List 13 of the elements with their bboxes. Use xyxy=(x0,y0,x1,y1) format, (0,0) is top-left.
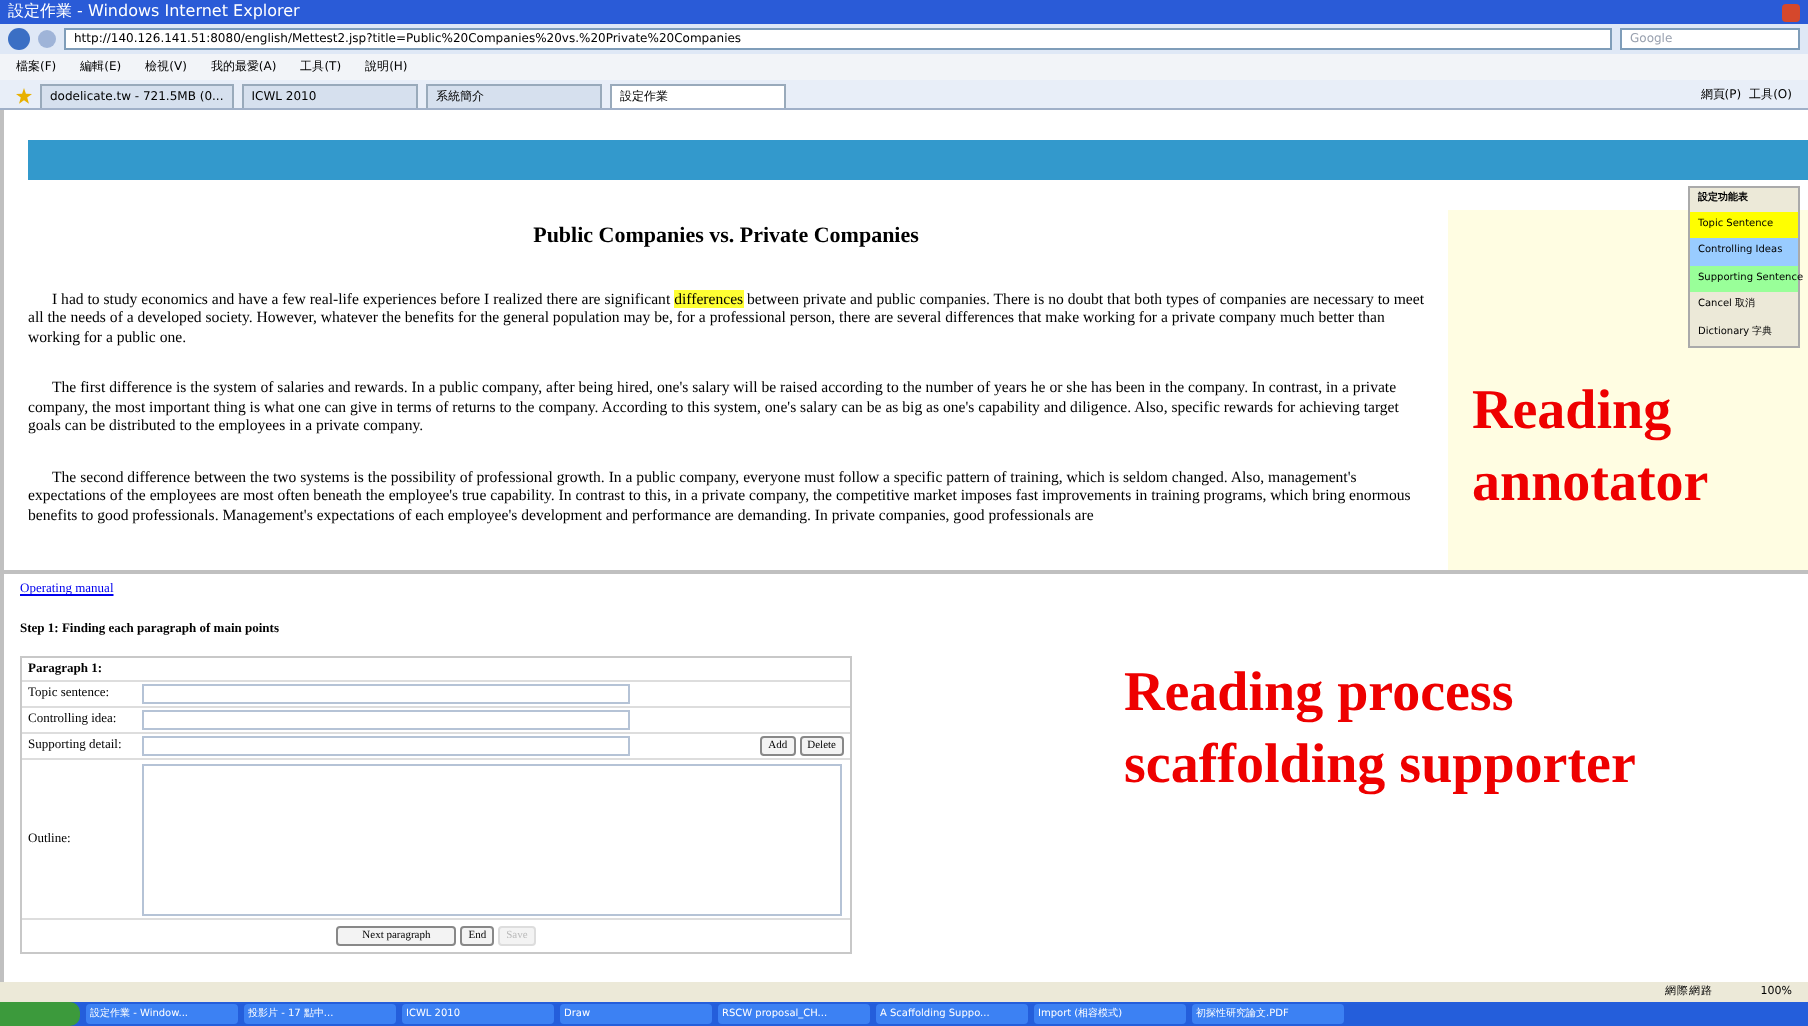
input-field[interactable] xyxy=(142,710,630,731)
start-button[interactable] xyxy=(0,1002,80,1026)
input-field[interactable] xyxy=(142,684,630,705)
outline-textarea[interactable] xyxy=(142,763,842,916)
annotation-label: Reading annotator xyxy=(1472,378,1711,518)
annotation-label: Reading process scaffolding supporter xyxy=(1124,660,1638,800)
favorites-star-icon[interactable] xyxy=(16,88,32,104)
back-icon[interactable] xyxy=(8,28,30,50)
forward-icon[interactable] xyxy=(38,30,56,48)
input-field[interactable] xyxy=(142,736,630,757)
close-icon[interactable] xyxy=(1782,3,1800,21)
article-title: Public Companies vs. Private Companies xyxy=(531,222,921,252)
window-title: 設定作業 - Windows Internet Explorer xyxy=(8,4,300,20)
